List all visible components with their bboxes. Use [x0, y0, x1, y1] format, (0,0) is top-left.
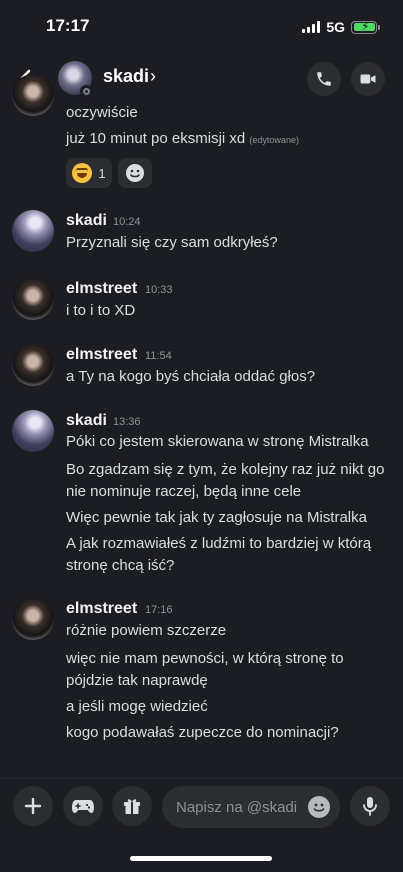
- cellular-signal-icon: [302, 21, 321, 33]
- message-author[interactable]: elmstreet: [66, 600, 137, 618]
- composer-bar: Napisz na @skadi: [0, 786, 403, 830]
- composer-divider: [0, 778, 403, 779]
- activities-button[interactable]: [63, 786, 103, 826]
- chat-header: skadi ›: [0, 54, 403, 102]
- message-author[interactable]: elmstreet: [66, 280, 137, 298]
- reaction-button[interactable]: 1: [66, 158, 112, 188]
- message-group: skadi 10:24 Przyznali się czy sam odkrył…: [0, 210, 403, 260]
- avatar[interactable]: [12, 74, 54, 116]
- microphone-icon: [363, 797, 377, 816]
- message-text: więc nie mam pewności, w którą stronę to: [66, 650, 344, 667]
- edited-label: (edytowane): [249, 135, 299, 145]
- message-author[interactable]: elmstreet: [66, 346, 137, 364]
- gamepad-icon: [72, 800, 94, 813]
- message-text: Więc pewnie tak jak ty zagłosuje na Mist…: [66, 509, 367, 526]
- avatar[interactable]: [12, 210, 54, 252]
- avatar[interactable]: [12, 598, 54, 640]
- laughing-emoji-icon: [72, 163, 93, 183]
- message-author[interactable]: skadi: [66, 212, 107, 230]
- message-timestamp: 13:36: [113, 416, 141, 428]
- gift-icon: [124, 799, 140, 814]
- message-group: elmstreet 17:16 różnie powiem szczerze w…: [0, 598, 403, 748]
- message-text: Przyznali się czy sam odkryłeś?: [66, 234, 278, 251]
- smiley-icon: [126, 164, 144, 182]
- message-text: Bo zgadzam się z tym, że kolejny raz już…: [66, 461, 385, 478]
- message-timestamp: 11:54: [145, 350, 172, 362]
- status-indicators: 5G ⚡: [302, 19, 380, 35]
- home-indicator: [130, 856, 272, 861]
- message-group: elmstreet 11:54 a Ty na kogo byś chciała…: [0, 344, 403, 394]
- avatar[interactable]: [12, 344, 54, 386]
- attach-button[interactable]: [13, 786, 53, 826]
- message-group: elmstreet 10:33 i to i to XD: [0, 278, 403, 328]
- chevron-right-icon[interactable]: ›: [150, 66, 156, 87]
- message-text: już 10 minut po eksmisji xd (edytowane): [66, 128, 396, 151]
- battery-charging-icon: ⚡: [351, 20, 380, 34]
- message-text: a Ty na kogo byś chciała oddać głos?: [66, 368, 316, 385]
- message-text: A jak rozmawiałeś z ludźmi to bardziej w…: [66, 535, 372, 552]
- message-text: nie nominuje raczej, będą inne cele: [66, 483, 302, 500]
- message-timestamp: 10:33: [145, 284, 173, 296]
- message-author[interactable]: skadi: [66, 412, 107, 430]
- message-text: a jeśli mogę wiedzieć: [66, 698, 208, 715]
- network-type: 5G: [326, 19, 345, 35]
- video-call-button[interactable]: [351, 62, 385, 96]
- contact-name[interactable]: skadi: [103, 66, 149, 87]
- avatar[interactable]: [12, 278, 54, 320]
- avatar[interactable]: [12, 410, 54, 452]
- message-input[interactable]: Napisz na @skadi: [162, 786, 340, 828]
- status-bar: 17:17 5G ⚡: [0, 0, 403, 54]
- phone-icon: [317, 72, 331, 86]
- message-text: oczywiście: [66, 104, 138, 121]
- message-input-placeholder: Napisz na @skadi: [176, 798, 298, 816]
- gift-button[interactable]: [112, 786, 152, 826]
- message-text: kogo podawałaś zupeczce do nominacji?: [66, 724, 339, 741]
- voice-call-button[interactable]: [307, 62, 341, 96]
- add-reaction-button[interactable]: [118, 158, 152, 188]
- plus-icon: [24, 797, 42, 815]
- message-text: Póki co jestem skierowana w stronę Mistr…: [66, 433, 369, 450]
- video-camera-icon: [360, 74, 376, 84]
- message-group: oczywiście już 10 minut po eksmisji xd (…: [0, 74, 403, 192]
- message-timestamp: 10:24: [113, 216, 141, 228]
- message-text: i to i to XD: [66, 302, 136, 319]
- voice-message-button[interactable]: [350, 786, 390, 826]
- message-text-content: już 10 minut po eksmisji xd: [66, 130, 246, 147]
- message-timestamp: 17:16: [145, 604, 173, 616]
- message-text: pójdzie tak naprawdę: [66, 672, 208, 689]
- reaction-count: 1: [98, 165, 106, 181]
- emoji-picker-icon[interactable]: [308, 796, 330, 818]
- status-time: 17:17: [46, 16, 90, 35]
- message-group: skadi 13:36 Póki co jestem skierowana w …: [0, 410, 403, 580]
- message-text: stronę chcą iść?: [66, 557, 175, 574]
- message-text: różnie powiem szczerze: [66, 622, 227, 639]
